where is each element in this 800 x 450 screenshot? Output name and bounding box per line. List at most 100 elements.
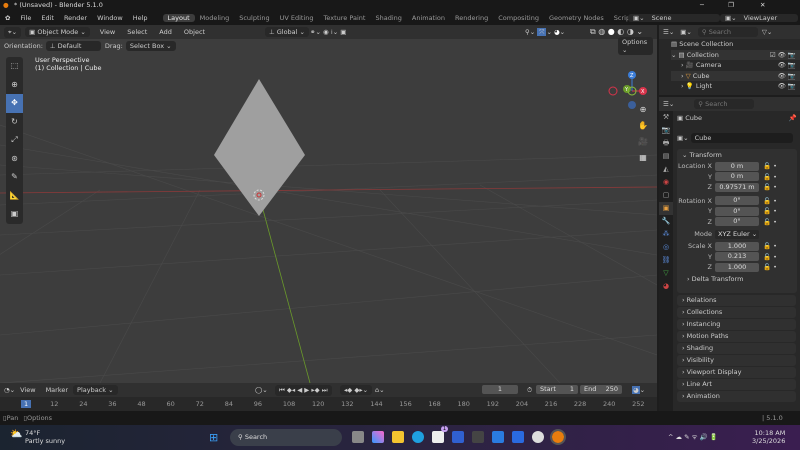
rotation-x-field[interactable]: 0° [715,196,759,206]
annotate-tool-icon[interactable]: ✎ [6,168,23,187]
render-tab-icon[interactable]: 📷 [659,124,673,137]
lock-icon[interactable]: 🔓 • [763,183,777,191]
weather-widget[interactable]: ⛅ 74°F Partly sunny [10,429,65,445]
lock-icon[interactable]: 🔓 • [763,162,777,170]
rotation-mode-select[interactable]: XYZ Euler ⌄ [715,229,759,239]
tab-texture-paint[interactable]: Texture Paint [319,14,371,22]
pin-icon[interactable]: 📌 [789,114,797,122]
viewport-menu-view[interactable]: View [100,28,115,36]
pivot-icon[interactable]: ⚭⌄ ◉ ⁞⌄ ▣ [310,28,346,36]
transform-tool-icon[interactable]: ⊛ [6,150,23,169]
tab-compositing[interactable]: Compositing [493,14,544,22]
lock-icon[interactable]: 🔓 • [763,197,777,205]
rotation-y-field[interactable]: 0° [715,206,759,216]
scale-tool-icon[interactable]: ⤢ [6,131,23,150]
object-tab-icon[interactable]: ▣ [659,202,673,215]
file-explorer-icon[interactable] [392,431,404,443]
move-tool-icon[interactable]: ✥ [6,94,23,113]
measure-tool-icon[interactable]: 📐 [6,187,23,206]
editor-type-button[interactable]: ⌖⌄ [4,26,22,38]
tab-modeling[interactable]: Modeling [195,14,235,22]
minimize-button[interactable]: ─ [700,0,704,11]
particles-tab-icon[interactable]: ⁂ [659,228,673,241]
start-frame-field[interactable]: Start 1 [536,385,578,394]
zoom-icon[interactable]: ⊕ [638,102,648,118]
chatgpt-icon[interactable] [532,431,544,443]
constraints-tab-icon[interactable]: ⛓ [659,254,673,267]
store-icon[interactable]: 1 [432,426,448,443]
viewport-menu-object[interactable]: Object [184,28,205,36]
filter-scene-icon[interactable]: ▣⌄ [680,28,692,36]
menu-window[interactable]: Window [92,14,128,22]
clock[interactable]: 10:18 AM 3/25/2026 [752,429,785,445]
viewport-menu-select[interactable]: Select [127,28,147,36]
timeline-menu-view[interactable]: View [20,386,35,394]
output-tab-icon[interactable]: 🖶 [659,137,673,150]
app-icon[interactable] [512,431,524,443]
data-tab-icon[interactable]: ▽ [659,267,673,280]
display-mode-icon[interactable]: ☰⌄ [663,28,674,36]
view-layer-tab-icon[interactable]: ▤ [659,150,673,163]
select-tool-icon[interactable]: ⬚ [6,57,23,76]
mode-selector[interactable]: ▣ Object Mode ⌄ [25,27,90,37]
tab-shading[interactable]: Shading [370,14,406,22]
panel-viewport-display[interactable]: › Viewport Display [677,367,796,378]
location-x-field[interactable]: 0 m [715,161,759,171]
object-name-field[interactable]: Cube [690,133,793,143]
scale-x-field[interactable]: 1.000 [715,241,759,251]
outliner-item-light[interactable]: › 💡 Light 👁 📷 [671,81,800,92]
lock-icon[interactable]: 🔓 • [763,218,777,226]
system-tray-icons[interactable]: ^ ☁ ✎ ᯤ 🔊 🔋 [668,432,718,441]
menu-file[interactable]: File [15,14,36,22]
scale-y-field[interactable]: 0.213 [715,252,759,262]
properties-search-input[interactable]: ⚲ Search [694,99,755,109]
snapping-icon[interactable]: ◕⌄ [632,386,645,394]
camera-view-icon[interactable]: 🎥 [638,134,648,150]
panel-relations[interactable]: › Relations [677,295,796,306]
tab-rendering[interactable]: Rendering [450,14,493,22]
lock-icon[interactable]: 🔓 • [763,173,777,181]
collection-tab-icon[interactable]: ▢ [659,189,673,202]
copilot-icon[interactable] [372,431,384,443]
rotate-tool-icon[interactable]: ↻ [6,113,23,132]
physics-tab-icon[interactable]: ◎ [659,241,673,254]
blender-taskbar-icon[interactable] [550,429,566,445]
playback-controls[interactable]: ⏮ ◆◂ ◀ ▶ ▸◆ ⏭ [275,384,332,396]
menu-help[interactable]: Help [128,14,153,22]
app-th-icon[interactable] [472,431,484,443]
panel-collections[interactable]: › Collections [677,307,796,318]
menu-edit[interactable]: Edit [36,14,59,22]
filter-icon[interactable]: ▽⌄ [762,28,772,36]
material-tab-icon[interactable]: ◕ [659,280,673,293]
scene-collection-item[interactable]: ▤ Scene Collection [671,39,800,50]
taskbar-search[interactable]: ⚲ Search [230,429,342,446]
outliner-item-camera[interactable]: › 🎥 Camera 👁 📷 [671,60,800,71]
keying-set-icon[interactable]: ⌂⌄ [375,386,385,394]
timeline-menu-marker[interactable]: Marker [46,386,68,394]
frame-ruler[interactable]: 1 12 24 36 48 60 72 84 96 108 120 132 144 156 168 180 19… [0,397,657,411]
task-view-icon[interactable] [352,431,364,443]
scale-z-field[interactable]: 1.000 [715,262,759,272]
panel-shading[interactable]: › Shading [677,343,796,354]
scene-selector[interactable]: ▣⌄ Scene [628,14,720,22]
vscode-icon[interactable] [492,431,504,443]
app-icon[interactable] [452,431,464,443]
outliner-search-input[interactable]: ⚲ Search [697,27,758,37]
timeline-menu-playback[interactable]: Playback ⌄ [73,385,118,395]
tab-animation[interactable]: Animation [407,14,450,22]
auto-keying-icon[interactable]: ◯⌄ [255,386,268,394]
panel-visibility[interactable]: › Visibility [677,355,796,366]
start-button[interactable]: ⊞ [209,431,218,444]
current-frame-marker[interactable]: 1 [21,400,32,408]
lock-icon[interactable]: 🔓 • [763,207,777,215]
location-y-field[interactable]: 0 m [715,172,759,182]
scene-tab-icon[interactable]: ◭ [659,163,673,176]
shading-mode-icons[interactable]: ⧉ ◍ ● ◐ ◑ ⌄ [590,27,643,37]
tab-layout[interactable]: Layout [162,14,195,22]
3d-viewport[interactable]: ⌖⌄ ▣ Object Mode ⌄ View Select Add Objec… [0,25,657,383]
close-button[interactable]: ✕ [760,0,765,11]
editor-type-icon[interactable]: ◔⌄ [4,386,15,394]
stopwatch-icon[interactable]: ⏱ [527,386,532,395]
panel-motion-paths[interactable]: › Motion Paths [677,331,796,342]
end-frame-field[interactable]: End 250 [580,385,622,394]
